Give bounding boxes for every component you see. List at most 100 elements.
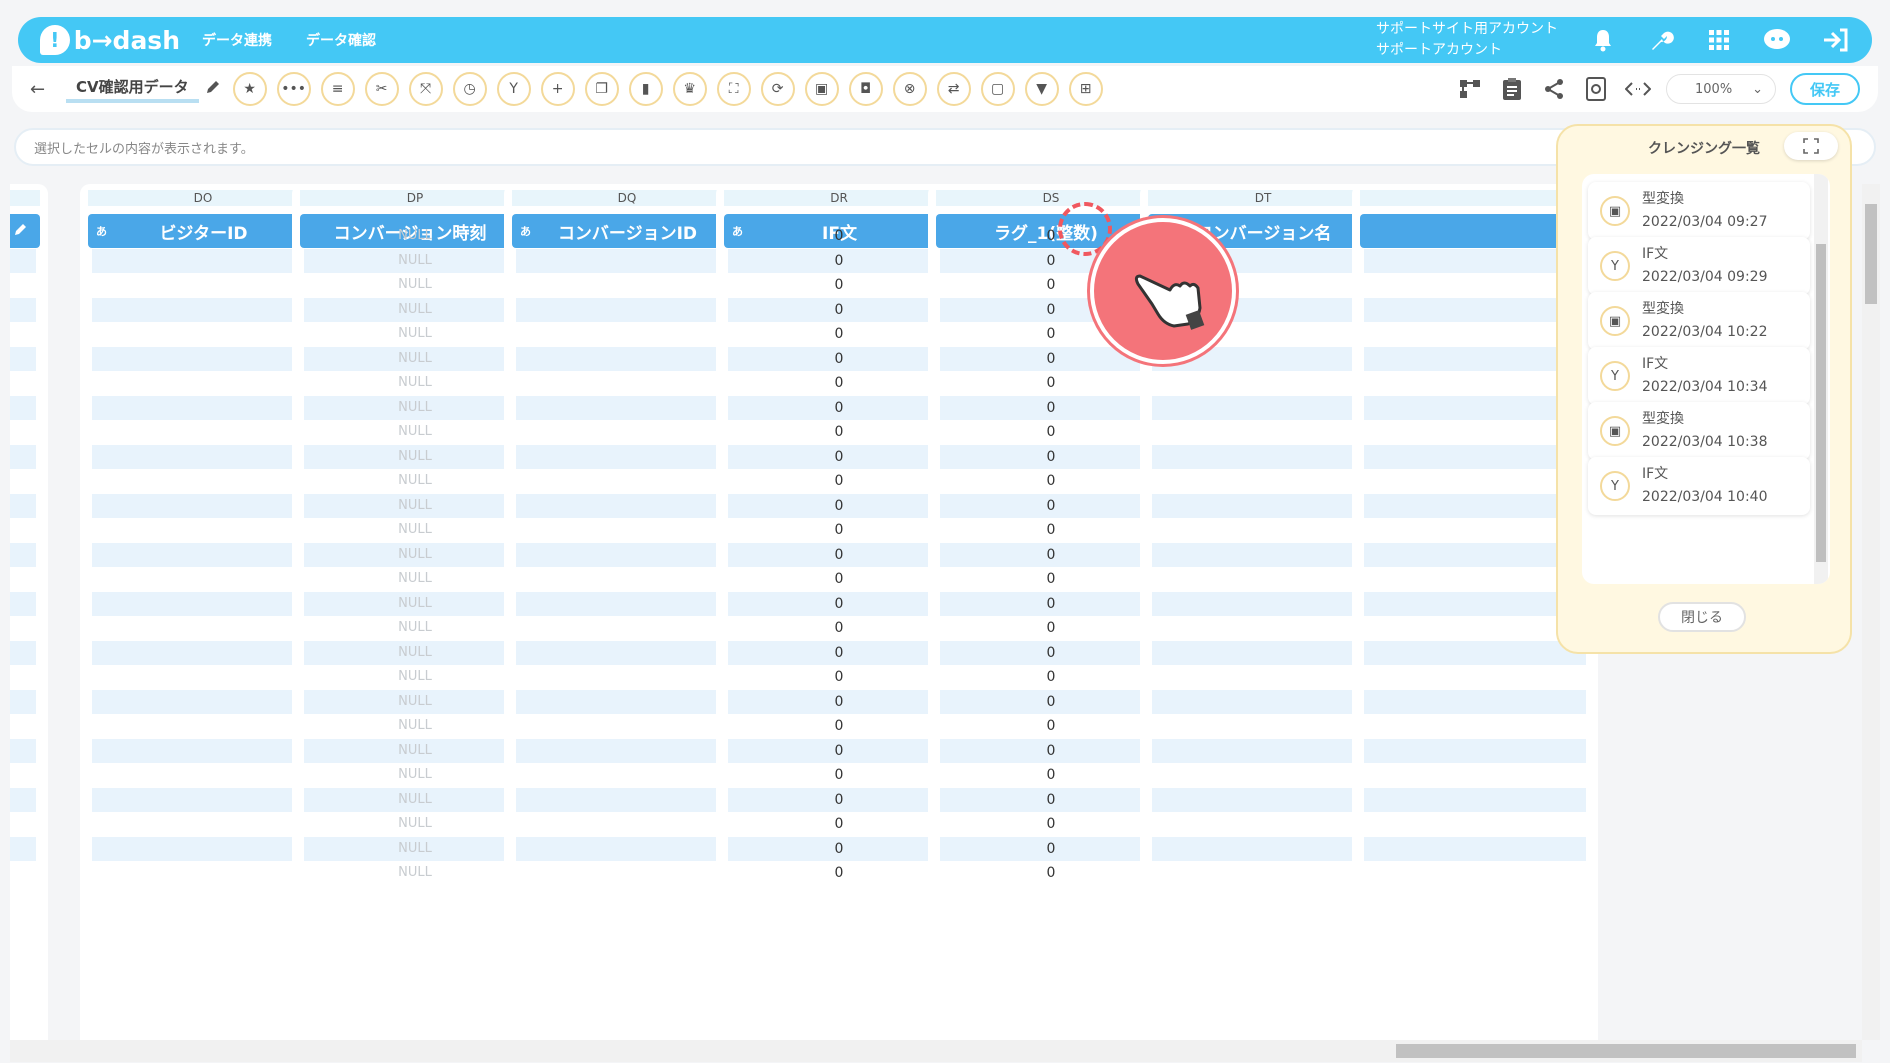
grid-cell[interactable]: 0 [728, 738, 950, 763]
grid-cell[interactable]: 0 [940, 689, 1162, 714]
type-convert-icon[interactable]: ▣ [804, 72, 839, 106]
grid-cell[interactable]: 0 [728, 640, 950, 665]
grid-cell[interactable] [92, 763, 314, 787]
cancel-icon[interactable]: ⊗ [892, 72, 927, 106]
grid-cell[interactable] [92, 714, 314, 738]
grid-cell[interactable] [516, 395, 738, 420]
grid-cell[interactable] [92, 395, 314, 420]
grid-cell[interactable] [516, 493, 738, 518]
grid-cell[interactable]: 0 [940, 420, 1162, 444]
grid-cell[interactable] [1152, 714, 1374, 738]
grid-cell[interactable]: 0 [728, 224, 950, 248]
grid-cell[interactable] [92, 640, 314, 665]
grid-cell[interactable] [516, 665, 738, 689]
cleansing-history-item[interactable]: Y IF文 2022/03/04 10:34 [1588, 347, 1810, 405]
cleansing-history-item[interactable]: ▣ 型変換 2022/03/04 10:38 [1588, 402, 1810, 460]
grid-cell[interactable] [1364, 567, 1586, 591]
logout-icon[interactable] [1820, 25, 1850, 55]
vertical-scrollbar[interactable] [1862, 184, 1880, 1040]
grid-cell[interactable]: NULL [304, 444, 526, 469]
grid-cell[interactable] [516, 444, 738, 469]
grid-cell[interactable] [10, 763, 36, 787]
grid-cell[interactable]: 0 [728, 542, 950, 567]
grid-cell[interactable] [1152, 763, 1374, 787]
grid-cell[interactable]: NULL [304, 518, 526, 542]
grid-cell[interactable] [92, 738, 314, 763]
column-letter[interactable]: DS [936, 190, 1166, 206]
grid-cell[interactable] [10, 542, 36, 567]
grid-cell[interactable] [10, 665, 36, 689]
grid-cell[interactable] [10, 812, 36, 836]
grid-cell[interactable]: NULL [304, 689, 526, 714]
grid-cell[interactable]: NULL [304, 665, 526, 689]
grid-cell[interactable]: 0 [728, 248, 950, 273]
crown-icon[interactable]: ♛ [672, 72, 707, 106]
grid-cell[interactable]: 0 [940, 371, 1162, 395]
grid-cell[interactable] [1152, 420, 1374, 444]
plus-icon[interactable]: + [540, 72, 575, 106]
grid-cell[interactable] [1364, 395, 1586, 420]
grid-cell[interactable] [1364, 273, 1586, 297]
grid-cell[interactable] [92, 469, 314, 493]
nav-data-check[interactable]: データ確認 [306, 30, 376, 50]
grid-cell[interactable]: NULL [304, 542, 526, 567]
grid-cell[interactable]: 0 [728, 567, 950, 591]
grid-cell[interactable]: 0 [728, 836, 950, 861]
grid-cell[interactable] [1364, 322, 1586, 346]
grid-cell[interactable] [1364, 640, 1586, 665]
grid-cell[interactable] [92, 518, 314, 542]
grid-cell[interactable] [10, 640, 36, 665]
grid-cell[interactable] [10, 469, 36, 493]
expand-icon[interactable] [1784, 132, 1838, 160]
grid-cell[interactable] [1152, 640, 1374, 665]
merge-icon[interactable]: ⤧ [408, 72, 443, 106]
column-letter[interactable]: DR [724, 190, 954, 206]
grid-cell[interactable] [10, 493, 36, 518]
grid-cell[interactable] [516, 371, 738, 395]
grid-cell[interactable] [516, 346, 738, 371]
grid-cell[interactable] [1152, 395, 1374, 420]
grid-cell[interactable] [92, 444, 314, 469]
column-letter[interactable]: DO [88, 190, 318, 206]
column-letter[interactable]: DQ [512, 190, 742, 206]
grid-cell[interactable] [92, 812, 314, 836]
grid-cell[interactable]: 0 [728, 346, 950, 371]
grid-cell[interactable] [10, 420, 36, 444]
grid-cell[interactable] [516, 542, 738, 567]
grid-cell[interactable]: NULL [304, 787, 526, 812]
column-letter[interactable] [10, 190, 40, 206]
grid-cell[interactable] [10, 836, 36, 861]
grid-cell[interactable]: NULL [304, 469, 526, 493]
list-icon[interactable]: ≡ [320, 72, 355, 106]
grid-cell[interactable]: 0 [728, 469, 950, 493]
grid-cell[interactable] [92, 665, 314, 689]
grid-cell[interactable] [92, 248, 314, 273]
star-icon[interactable]: ★ [232, 72, 267, 106]
grid-cell[interactable]: 0 [728, 297, 950, 322]
grid-cell[interactable] [1364, 616, 1586, 640]
grid-cell[interactable]: NULL [304, 371, 526, 395]
grid-cell[interactable] [1364, 665, 1586, 689]
share-icon[interactable] [1540, 75, 1568, 103]
column-letter[interactable]: DT [1148, 190, 1378, 206]
grid-cell[interactable]: NULL [304, 738, 526, 763]
cleansing-history-item[interactable]: Y IF文 2022/03/04 10:40 [1588, 457, 1810, 515]
grid-cell[interactable] [1152, 689, 1374, 714]
grid-cell[interactable] [10, 861, 36, 885]
grid-cell[interactable]: NULL [304, 346, 526, 371]
grid-cell[interactable] [1364, 861, 1586, 885]
grid-cell[interactable]: 0 [728, 689, 950, 714]
flow-icon[interactable] [1456, 75, 1484, 103]
grid-cell[interactable]: 0 [728, 518, 950, 542]
grid-cell[interactable] [1152, 665, 1374, 689]
grid-cell[interactable] [92, 297, 314, 322]
grid-cell[interactable] [1364, 371, 1586, 395]
calc-icon[interactable]: ⊞ [1068, 72, 1103, 106]
grid-cell[interactable] [92, 346, 314, 371]
close-button[interactable]: 閉じる [1658, 602, 1746, 632]
grid-cell[interactable] [10, 787, 36, 812]
grid-cell[interactable] [1364, 224, 1586, 248]
grid-cell[interactable]: 0 [728, 591, 950, 616]
grid-cell[interactable]: 0 [728, 444, 950, 469]
grid-cell[interactable] [92, 371, 314, 395]
